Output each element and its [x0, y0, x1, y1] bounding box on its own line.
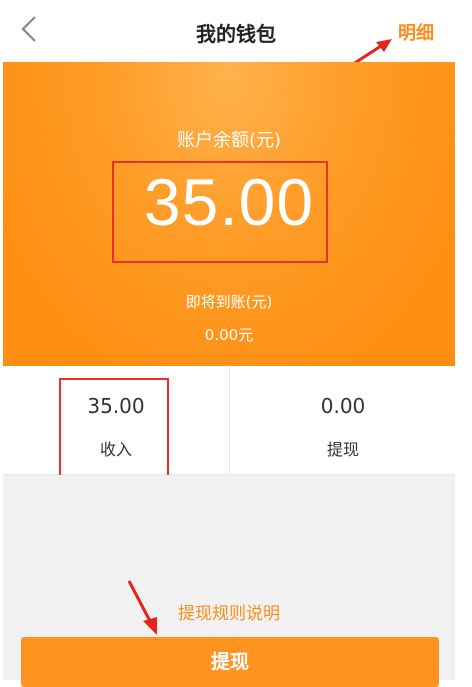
pending-label: 即将到账(元)	[185, 293, 273, 311]
income-stat[interactable]: 35.00 收入	[3, 366, 229, 478]
withdraw-value: 0.00	[320, 394, 366, 418]
bottom-area: 提现规则说明 提现	[3, 475, 455, 687]
balance-label: 账户余额(元)	[176, 130, 282, 151]
stats-row: 35.00 收入 0.00 提现	[3, 366, 456, 478]
income-highlight-box	[59, 378, 169, 478]
withdraw-rules-link[interactable]: 提现规则说明	[3, 599, 455, 624]
pending-amount: 0.00元	[204, 326, 254, 344]
withdraw-stat[interactable]: 0.00 提现	[229, 366, 456, 474]
balance-highlight-box	[112, 161, 328, 263]
withdraw-label: 提现	[326, 440, 359, 459]
balance-panel: 账户余额(元) 35.00 即将到账(元) 0.00元	[3, 62, 455, 366]
top-bar: 我的钱包 明细	[0, 0, 472, 72]
detail-link[interactable]: 明细	[398, 19, 434, 45]
